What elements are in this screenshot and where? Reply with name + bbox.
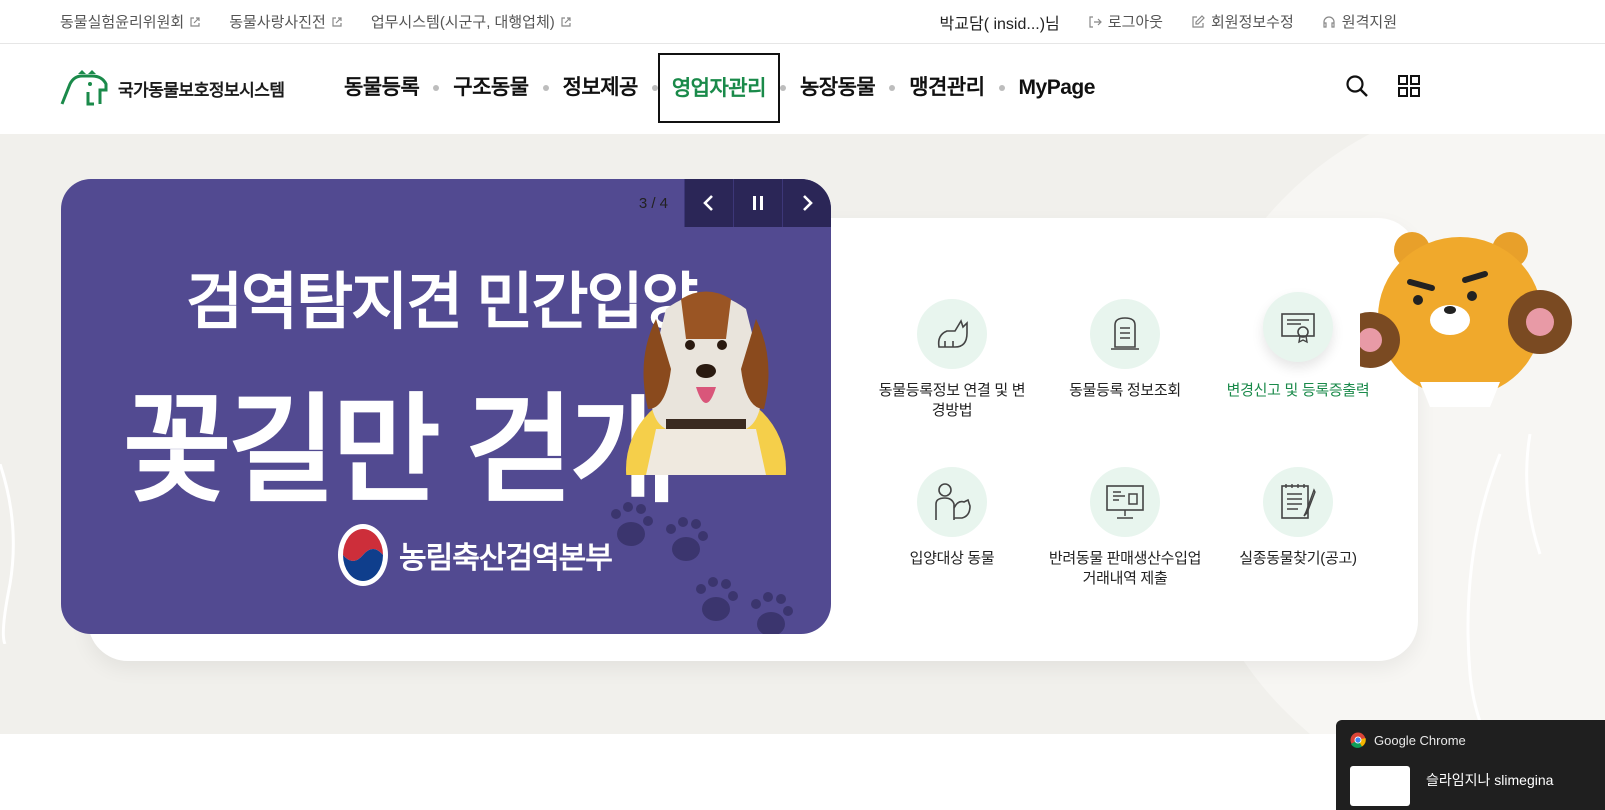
chrome-logo-icon	[1350, 732, 1366, 748]
chrome-notification[interactable]: Google Chrome 슬라임지나 slimegina	[1336, 720, 1605, 810]
quick-menu-label: 동물등록정보 연결 및 변경방법	[878, 382, 1026, 419]
link-label: 동물실험윤리위원회	[60, 14, 185, 31]
decorative-outline-left-icon	[0, 464, 15, 644]
nav-mypage[interactable]: MyPage	[1005, 53, 1109, 123]
banner-prev-button[interactable]	[684, 179, 733, 227]
quick-menu-icon-circle	[1263, 292, 1333, 362]
monitor-report-icon	[1106, 485, 1144, 519]
main-navigation: 동물등록 구조동물 정보제공 영업자관리 농장동물 맹견관리 MyPage	[330, 52, 1109, 124]
utility-links: 동물실험윤리위원회 동물사랑사진전 업무시스템(시군구, 대행업체)	[60, 0, 572, 43]
banner-next-button[interactable]	[782, 179, 831, 227]
user-name: 박교담( insid...)님	[939, 15, 1060, 33]
quick-menu-label: 실종동물찾기(공고)	[1239, 550, 1357, 567]
notification-app-name: Google Chrome	[1374, 732, 1466, 748]
utility-bar: 동물실험윤리위원회 동물사랑사진전 업무시스템(시군구, 대행업체) 박교담( …	[0, 0, 1605, 44]
chevron-right-icon	[803, 195, 813, 211]
paw-prints-decoration	[611, 502, 793, 634]
link-animal-photo-contest[interactable]: 동물사랑사진전	[229, 11, 343, 32]
main-header: 국가동물보호정보시스템 동물등록 구조동물 정보제공 영업자관리 농장동물 맹견…	[0, 44, 1605, 134]
quick-menu-adoption-link[interactable]: 입양대상 동물	[872, 467, 1032, 569]
notepad-pen-icon	[1281, 484, 1316, 519]
quick-menu-icon-circle	[1263, 467, 1333, 537]
quick-menu-missing-animals-link[interactable]: 실종동물찾기(공고)	[1218, 467, 1378, 569]
edit-profile-label: 회원정보수정	[1210, 14, 1294, 31]
notification-message: 슬라임지나 slimegina	[1426, 772, 1554, 788]
link-work-system[interactable]: 업무시스템(시군구, 대행업체)	[371, 11, 572, 32]
pause-icon	[753, 196, 763, 210]
dog-logo-icon	[60, 70, 108, 106]
banner-title-line2: 꽃길만 걷개	[123, 385, 679, 517]
quick-menu-registration-lookup-link[interactable]: 동물등록 정보조회	[1045, 299, 1205, 401]
quick-menu-label: 입양대상 동물	[909, 550, 995, 567]
tombstone-document-icon	[1111, 317, 1139, 350]
nav-animal-registration[interactable]: 동물등록	[330, 53, 433, 123]
banner-controls: 3 / 4	[638, 179, 831, 227]
main-visual-section: 3 / 4 검역탐지견 민간입양 꽃길만 걷개 농림축산검역본부 동물등록정보 …	[0, 134, 1605, 734]
quick-menu-label: 변경신고 및 등록증출력	[1226, 382, 1370, 399]
cat-icon	[937, 319, 968, 348]
nav-dangerous-dog-management[interactable]: 맹견관리	[895, 53, 998, 123]
organization-name: 농림축산검역본부	[399, 542, 613, 575]
logo-text: 국가동물보호정보시스템	[118, 80, 285, 100]
site-logo[interactable]: 국가동물보호정보시스템	[60, 70, 285, 106]
nav-farm-animals[interactable]: 농장동물	[786, 53, 889, 123]
quick-menu-icon-circle	[917, 299, 987, 369]
quick-menu-certificate-link[interactable]: 변경신고 및 등록증출력	[1218, 292, 1378, 401]
logout-label: 로그아웃	[1107, 14, 1163, 31]
quick-menu-transaction-submit-link[interactable]: 반려동물 판매생산수입업 거래내역 제출	[1045, 467, 1205, 589]
lion-mascot-character	[1360, 232, 1572, 407]
logout-link[interactable]: 로그아웃	[1088, 11, 1163, 32]
notification-thumbnail	[1350, 766, 1410, 806]
external-link-icon	[561, 16, 571, 27]
remote-support-label: 원격지원	[1341, 14, 1397, 31]
header-tools	[1345, 74, 1421, 98]
banner-pause-button[interactable]	[733, 179, 782, 227]
external-link-icon	[332, 16, 342, 27]
all-menu-grid-icon[interactable]	[1397, 74, 1421, 98]
chevron-left-icon	[703, 195, 713, 211]
nav-information[interactable]: 정보제공	[549, 53, 652, 123]
decorative-outline-pet-icon	[1466, 434, 1542, 734]
search-icon[interactable]	[1345, 74, 1369, 98]
banner-organization: 농림축산검역본부	[337, 523, 613, 587]
logout-icon	[1089, 15, 1102, 28]
taegeuk-emblem-icon	[338, 524, 388, 586]
quick-menu-label: 반려동물 판매생산수입업 거래내역 제출	[1048, 550, 1202, 587]
link-label: 동물사랑사진전	[229, 14, 326, 31]
quick-menu-icon-circle	[917, 467, 987, 537]
external-link-icon	[190, 16, 200, 27]
user-area: 박교담( insid...)님 로그아웃 회원정보수정 원격지원	[940, 0, 1397, 43]
banner-title-line1: 검역탐지견 민간입양	[186, 268, 699, 337]
quick-menu-registration-link[interactable]: 동물등록정보 연결 및 변경방법	[872, 299, 1032, 421]
nav-business-management[interactable]: 영업자관리	[657, 53, 780, 123]
banner-counter: 3 / 4	[638, 194, 668, 212]
edit-icon	[1192, 14, 1205, 28]
link-animal-ethics-committee[interactable]: 동물실험윤리위원회	[60, 11, 201, 32]
person-with-dog-icon	[935, 483, 971, 520]
notification-header: Google Chrome	[1350, 732, 1466, 748]
quick-menu-icon-circle	[1090, 467, 1160, 537]
promo-banner[interactable]: 3 / 4 검역탐지견 민간입양 꽃길만 걷개 농림축산검역본부	[61, 179, 831, 634]
remote-support-link[interactable]: 원격지원	[1322, 11, 1397, 32]
nav-rescued-animals[interactable]: 구조동물	[439, 53, 542, 123]
beagle-photo	[626, 279, 786, 549]
quick-menu-label: 동물등록 정보조회	[1069, 382, 1181, 399]
headset-icon	[1323, 15, 1335, 28]
quick-menu-icon-circle	[1090, 299, 1160, 369]
link-label: 업무시스템(시군구, 대행업체)	[370, 14, 555, 31]
edit-profile-link[interactable]: 회원정보수정	[1191, 11, 1294, 32]
certificate-icon	[1281, 313, 1315, 344]
